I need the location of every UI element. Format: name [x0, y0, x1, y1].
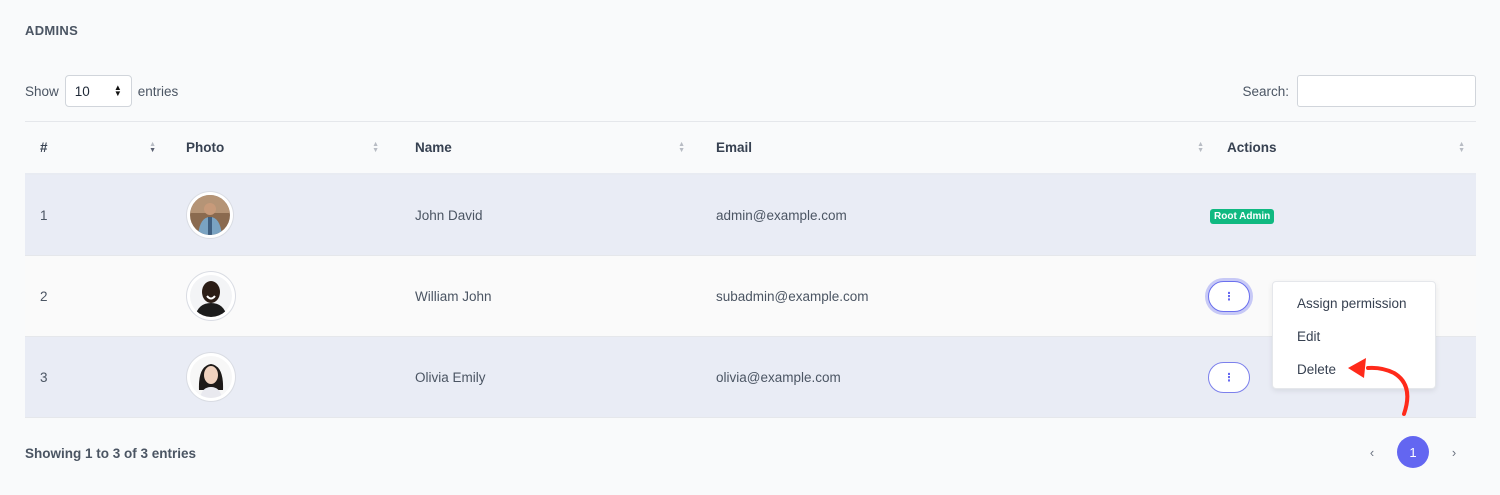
avatar [187, 192, 233, 238]
table-info: Showing 1 to 3 of 3 entries [25, 446, 197, 461]
photo-cell [25, 272, 397, 320]
column-label: Email [716, 140, 753, 155]
more-vertical-icon: ⋮ [1223, 290, 1235, 303]
column-label: Actions [1227, 140, 1277, 155]
menu-item-edit[interactable]: Edit [1273, 320, 1435, 353]
email-cell: admin@example.com [716, 207, 847, 223]
column-header-photo[interactable]: Photo ▲ ▼ [168, 140, 397, 155]
column-header-email[interactable]: Email ▲ ▼ [698, 140, 1208, 155]
column-header-name[interactable]: Name ▲ ▼ [397, 140, 698, 155]
admins-table: # ▲ ▼ Photo ▲ ▼ Name ▲ ▼ Email ▲ ▼ Actions ▲… [25, 121, 1476, 418]
column-label: Photo [186, 140, 225, 155]
avatar [187, 353, 235, 401]
page-title: ADMINS [25, 23, 79, 38]
menu-item-assign-permission[interactable]: Assign permission [1273, 287, 1435, 320]
entries-length-control: Show 10 ▲ ▼ entries [25, 75, 178, 107]
column-header-number[interactable]: # ▲ ▼ [25, 140, 168, 155]
avatar [187, 272, 235, 320]
red-curved-arrow-icon [1348, 358, 1410, 416]
entries-value: 10 [74, 83, 90, 99]
table-header: # ▲ ▼ Photo ▲ ▼ Name ▲ ▼ Email ▲ ▼ Actions ▲… [25, 122, 1476, 175]
show-label: Show [25, 83, 59, 99]
sort-icon: ▲ ▼ [1458, 140, 1465, 154]
actions-menu-button[interactable]: ⋮ [1208, 361, 1250, 393]
actions-cell: Root Admin [1208, 207, 1476, 224]
sort-icon: ▲ ▼ [372, 140, 379, 154]
sort-icon: ▲ ▼ [1197, 140, 1204, 154]
column-label: Name [415, 140, 452, 155]
email-cell: olivia@example.com [716, 369, 841, 385]
name-cell: John David [415, 207, 483, 223]
actions-menu-button[interactable]: ⋮ [1208, 280, 1250, 312]
column-header-actions[interactable]: Actions ▲ ▼ [1208, 140, 1476, 155]
name-cell: William John [415, 288, 492, 304]
photo-cell [25, 353, 397, 401]
email-cell: subadmin@example.com [716, 288, 869, 304]
man-photo-icon [190, 195, 230, 235]
sort-icon: ▲ ▼ [678, 140, 685, 154]
table-row: 2 William John subadmin@example.com ⋮ [25, 256, 1476, 337]
name-cell: Olivia Emily [415, 369, 486, 385]
woman-photo-icon [190, 356, 232, 398]
search-label: Search: [1242, 83, 1289, 99]
table-row: 3 Olivia Emily olivia@example.com ⋮ [25, 337, 1476, 418]
column-label: # [40, 140, 48, 155]
next-page-button[interactable]: › [1442, 445, 1466, 460]
search-input[interactable] [1297, 75, 1476, 107]
photo-cell [25, 192, 397, 238]
table-row: 1 John David admin@example.com Root Admi… [25, 175, 1476, 256]
entries-label: entries [137, 83, 179, 99]
pagination: ‹ 1 › [1360, 436, 1466, 468]
select-arrows-icon: ▲ ▼ [113, 83, 122, 98]
sort-icon: ▲ ▼ [149, 140, 156, 154]
entries-select[interactable]: 10 ▲ ▼ [64, 75, 132, 107]
man-photo-icon [190, 275, 232, 317]
previous-page-button[interactable]: ‹ [1360, 445, 1384, 460]
role-badge: Root Admin [1210, 208, 1275, 224]
search-control: Search: [1242, 75, 1476, 107]
more-vertical-icon: ⋮ [1223, 371, 1235, 384]
page-1-button[interactable]: 1 [1397, 436, 1429, 468]
